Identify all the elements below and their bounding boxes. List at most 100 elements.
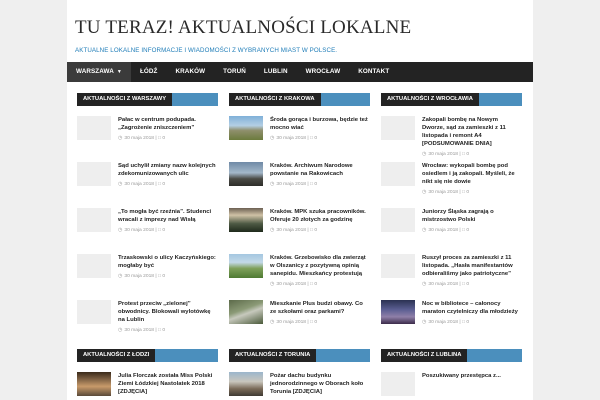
widget-title-label[interactable]: AKTUALNOŚCI Z KRAKOWA (229, 93, 321, 106)
post-thumbnail[interactable] (381, 372, 415, 396)
post-comments-count[interactable]: 0 (466, 320, 469, 325)
post-comments-count[interactable]: 0 (466, 190, 469, 195)
post-thumbnail[interactable] (381, 254, 415, 278)
post-meta: ◷ 30 maja 2018 | □ 0 (118, 273, 166, 279)
post-date: 30 maja 2018 (124, 136, 155, 141)
post-title[interactable]: Środa gorąca i burzowa, będzie też mocno… (270, 116, 370, 132)
post-thumbnail[interactable] (77, 300, 111, 324)
post-meta: ◷ 30 maja 2018 | □ 0 (422, 227, 470, 233)
post-item: Poszukiwany przestępca z... (381, 372, 522, 400)
widget-title: AKTUALNOŚCI Z WROCŁAWIA (381, 93, 522, 106)
post-title[interactable]: Noc w bibliotece – całonocy maraton czyt… (422, 300, 522, 316)
post-comments-count[interactable]: 0 (314, 136, 317, 141)
nav-item-krakow[interactable]: KRAKÓW (167, 62, 215, 82)
post-title[interactable]: Zakopali bombę na Nowym Dworze, sąd za z… (422, 116, 522, 148)
post-item: Wrocław: wykopali bombę pod osiedlem i j… (381, 162, 522, 208)
post-thumbnail[interactable] (77, 162, 111, 186)
post-comments-count[interactable]: 0 (314, 282, 317, 287)
post-comments-count[interactable]: 0 (314, 182, 317, 187)
post-date: 30 maja 2018 (428, 152, 459, 157)
post-title[interactable]: Mieszkanie Plus budzi obawy. Co ze szkoł… (270, 300, 370, 316)
widget-title-label[interactable]: AKTUALNOŚCI Z ŁODZI (77, 349, 156, 362)
post-comments-count[interactable]: 0 (314, 228, 317, 233)
main-nav: WARSZAWA ▼ ŁÓDŹ KRAKÓW TORUŃ LUBLIN WROCŁ… (67, 62, 533, 82)
widget-title: AKTUALNOŚCI Z TORUNIA (229, 349, 370, 362)
widget-title-label[interactable]: AKTUALNOŚCI Z WROCŁAWIA (381, 93, 479, 106)
post-title[interactable]: Juniorzy Śląska zagrają o mistrzostwo Po… (422, 208, 522, 224)
post-title[interactable]: Poszukiwany przestępca z... (422, 372, 522, 380)
post-thumbnail[interactable] (229, 162, 263, 186)
post-date: 30 maja 2018 (276, 182, 307, 187)
post-thumbnail[interactable] (381, 162, 415, 186)
post-thumbnail[interactable] (229, 208, 263, 232)
widget-title: AKTUALNOŚCI Z ŁODZI (77, 349, 218, 362)
post-thumbnail[interactable] (77, 372, 111, 396)
post-comments-count[interactable]: 0 (162, 228, 165, 233)
post-comments-count[interactable]: 0 (314, 320, 317, 325)
news-column-krakow: AKTUALNOŚCI Z KRAKOWA Środa gorąca i bur… (229, 93, 370, 400)
post-thumbnail[interactable] (77, 254, 111, 278)
comment-icon: □ (462, 282, 465, 287)
clock-icon: ◷ (270, 227, 275, 233)
site-title[interactable]: TU TERAZ! AKTUALNOŚCI LOKALNE (75, 17, 533, 39)
post-thumbnail[interactable] (77, 116, 111, 140)
nav-item-lublin[interactable]: LUBLIN (255, 62, 297, 82)
nav-item-kontakt[interactable]: KONTAKT (349, 62, 398, 82)
nav-item-label: LUBLIN (263, 68, 288, 75)
post-comments-count[interactable]: 0 (466, 228, 469, 233)
post-date: 30 maja 2018 (124, 328, 155, 333)
post-thumbnail[interactable] (229, 372, 263, 396)
post-item: Sąd uchylił zmiany nazw kolejnych zdekom… (77, 162, 218, 208)
nav-item-wroclaw[interactable]: WROCŁAW (297, 62, 350, 82)
post-comments-count[interactable]: 0 (162, 182, 165, 187)
post-item: Julia Florczak została Miss Polski Ziemi… (77, 372, 218, 400)
post-date: 30 maja 2018 (428, 228, 459, 233)
post-title[interactable]: „To mogła być rzeźnia”. Studenci wracali… (118, 208, 218, 224)
widget-title-label[interactable]: AKTUALNOŚCI Z WARSZAWY (77, 93, 173, 106)
nav-item-lodz[interactable]: ŁÓDŹ (131, 62, 167, 82)
post-title[interactable]: Trzaskowski o ulicy Kaczyńskiego: mogłab… (118, 254, 218, 270)
widget-title-label[interactable]: AKTUALNOŚCI Z LUBLINA (381, 349, 468, 362)
post-title[interactable]: Pożar dachu budynku jednorodzinnego w Ob… (270, 372, 370, 396)
nav-item-label: ŁÓDŹ (139, 68, 158, 75)
post-title[interactable]: Protest przeciw „zielonej” obwodnicy. Bl… (118, 300, 218, 324)
comment-icon: □ (158, 228, 161, 233)
comment-icon: □ (310, 182, 313, 187)
post-thumbnail[interactable] (229, 254, 263, 278)
comment-icon: □ (462, 228, 465, 233)
post-title[interactable]: Wrocław: wykopali bombę pod osiedlem i j… (422, 162, 522, 186)
nav-item-torun[interactable]: TORUŃ (214, 62, 255, 82)
post-title[interactable]: Pałac w centrum podupada. „Zagrożenie zn… (118, 116, 218, 132)
post-meta: ◷ 30 maja 2018 | □ 0 (270, 281, 318, 287)
post-thumbnail[interactable] (77, 208, 111, 232)
post-title[interactable]: Ruszył proces za zamieszki z 11 listopad… (422, 254, 522, 278)
post-meta: ◷ 30 maja 2018 | □ 0 (118, 327, 166, 333)
post-date: 30 maja 2018 (428, 282, 459, 287)
post-thumbnail[interactable] (381, 208, 415, 232)
post-title[interactable]: Kraków. MPK szuka pracowników. Oferuje 2… (270, 208, 370, 224)
post-title[interactable]: Kraków. Archiwum Narodowe powstanie na R… (270, 162, 370, 178)
post-title[interactable]: Julia Florczak została Miss Polski Ziemi… (118, 372, 218, 396)
post-comments-count[interactable]: 0 (162, 136, 165, 141)
clock-icon: ◷ (118, 181, 123, 187)
post-title[interactable]: Sąd uchylił zmiany nazw kolejnych zdekom… (118, 162, 218, 178)
post-comments-count[interactable]: 0 (466, 282, 469, 287)
post-item: Protest przeciw „zielonej” obwodnicy. Bl… (77, 300, 218, 346)
post-meta: ◷ 30 maja 2018 | □ 0 (118, 227, 166, 233)
clock-icon: ◷ (270, 319, 275, 325)
post-thumbnail[interactable] (229, 116, 263, 140)
nav-item-warszawa[interactable]: WARSZAWA ▼ (67, 62, 131, 82)
post-comments-count[interactable]: 0 (162, 274, 165, 279)
nav-item-label: TORUŃ (223, 68, 246, 75)
post-comments-count[interactable]: 0 (162, 328, 165, 333)
post-title[interactable]: Kraków. Grzebowisko dla zwierząt w Olsza… (270, 254, 370, 278)
comment-icon: □ (310, 228, 313, 233)
comment-icon: □ (158, 328, 161, 333)
post-thumbnail[interactable] (381, 300, 415, 324)
post-comments-count[interactable]: 0 (466, 152, 469, 157)
post-date: 30 maja 2018 (276, 136, 307, 141)
post-thumbnail[interactable] (229, 300, 263, 324)
post-date: 30 maja 2018 (124, 274, 155, 279)
post-thumbnail[interactable] (381, 116, 415, 140)
widget-title-label[interactable]: AKTUALNOŚCI Z TORUNIA (229, 349, 317, 362)
